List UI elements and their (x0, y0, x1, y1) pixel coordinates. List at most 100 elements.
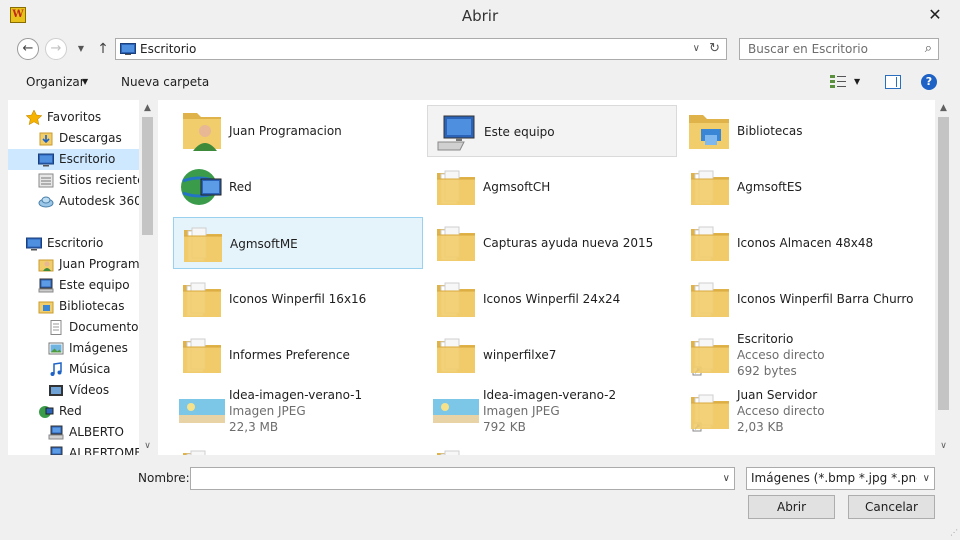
file-tile[interactable]: Iconos Winperfil 16x16 (173, 273, 423, 325)
file-name: Publicidad-Mail (737, 441, 827, 455)
sidebar-item[interactable]: Bibliotecas (8, 296, 141, 317)
folder-icon (433, 333, 479, 377)
scroll-down-button[interactable]: ∨ (139, 438, 156, 455)
file-tile[interactable]: Proyecto web (427, 441, 677, 455)
recent-locations-button[interactable]: ▼ (74, 41, 88, 57)
file-tile[interactable]: Este equipo (427, 105, 677, 157)
chevron-down-icon: ▼ (77, 44, 85, 53)
chevron-down-icon[interactable]: ▼ (82, 67, 88, 97)
file-tile[interactable]: Idea-imagen-verano-1 Imagen JPEG 22,3 MB (173, 385, 423, 437)
file-tile[interactable]: Iconos Almacen 48x48 (681, 217, 931, 269)
back-button[interactable]: ← (17, 38, 39, 60)
folder-icon (687, 165, 733, 209)
file-tile[interactable]: winperfilxe7 (427, 329, 677, 381)
file-tile[interactable]: Idea-imagen-verano-2 Imagen JPEG 792 KB (427, 385, 677, 437)
search-icon[interactable]: ⌕ (925, 39, 932, 59)
sidebar-item-label: Escritorio (59, 152, 116, 166)
file-tile[interactable]: Publicidad-Mail (681, 441, 931, 455)
desktop-icon (38, 152, 54, 167)
music-icon (48, 362, 64, 377)
organize-menu-button[interactable]: Organizar (26, 67, 85, 97)
file-tile[interactable]: Bibliotecas (681, 105, 931, 157)
sidebar-item[interactable]: Este equipo (8, 275, 141, 296)
sidebar-item[interactable]: Juan Programacion (8, 254, 141, 275)
desktop-icon (26, 236, 42, 251)
sidebar-item[interactable]: Sitios recientes (8, 170, 141, 191)
scrollbar-thumb[interactable] (938, 117, 949, 410)
scroll-up-button[interactable]: ▲ (935, 100, 952, 117)
sidebar-item[interactable]: Descargas (8, 128, 141, 149)
file-name: Iconos Winperfil Barra Churro (737, 292, 914, 306)
user-folder-icon (38, 257, 54, 272)
file-tile[interactable]: Iconos Winperfil 24x24 (427, 273, 677, 325)
resize-grip-icon[interactable]: ⋰ (948, 528, 958, 538)
navigation-scrollbar[interactable]: ▲ ∨ (139, 100, 156, 455)
sidebar-item[interactable]: Música (8, 359, 141, 380)
file-type-select[interactable]: Imágenes (*.bmp *.jpg *.png *.i ∨ (746, 467, 935, 490)
sidebar-item[interactable]: ALBERTO (8, 422, 141, 443)
file-type: Acceso directo (737, 404, 825, 418)
address-dropdown-button[interactable]: ∨ (693, 39, 700, 59)
shortcut-folder-icon (687, 389, 733, 433)
file-tile[interactable]: Informes Preference (173, 329, 423, 381)
file-tile[interactable]: AgmsoftCH (427, 161, 677, 213)
file-tile[interactable]: Red (173, 161, 423, 213)
file-name-input[interactable]: ∨ (190, 467, 735, 490)
file-name: Juan (229, 441, 255, 455)
scroll-up-button[interactable]: ▲ (139, 100, 156, 117)
file-tile[interactable]: Juan Programacion (173, 105, 423, 157)
sidebar-item[interactable]: ALBERTOMEDINA (8, 443, 141, 455)
file-name: AgmsoftME (230, 237, 298, 251)
file-list-scrollbar[interactable]: ▲ ∨ (935, 100, 952, 455)
open-button[interactable]: Abrir (748, 495, 835, 519)
view-dropdown-icon[interactable]: ▼ (854, 67, 860, 97)
sidebar-item[interactable]: Red (8, 401, 141, 422)
help-icon[interactable]: ? (921, 74, 937, 90)
shortcut-folder-icon (687, 333, 733, 377)
address-bar[interactable]: Escritorio ∨ ↻ (115, 38, 727, 60)
close-button[interactable]: ✕ (912, 0, 958, 30)
sidebar-item[interactable]: Documentos (8, 317, 141, 338)
file-tile[interactable]: AgmsoftES (681, 161, 931, 213)
file-tile[interactable]: Escritorio Acceso directo 692 bytes (681, 329, 931, 381)
file-tile[interactable]: AgmsoftME (173, 217, 423, 269)
sidebar-item[interactable]: Imágenes (8, 338, 141, 359)
folder-icon (433, 277, 479, 321)
folder-icon (433, 445, 479, 455)
folder-icon (687, 277, 733, 321)
sidebar-item[interactable]: Vídeos (8, 380, 141, 401)
up-arrow-icon: ↑ (97, 41, 109, 57)
folder-icon (433, 221, 479, 265)
file-type-value: Imágenes (*.bmp *.jpg *.png *.i (751, 471, 917, 485)
new-folder-button[interactable]: Nueva carpeta (121, 67, 209, 97)
file-name: Este equipo (484, 125, 555, 139)
folder-icon (179, 445, 225, 455)
cancel-button[interactable]: Cancelar (848, 495, 935, 519)
file-name: Iconos Winperfil 16x16 (229, 292, 367, 306)
up-button[interactable]: ↑ (95, 40, 111, 58)
refresh-button[interactable]: ↻ (709, 39, 720, 59)
file-tile[interactable]: Juan Servidor Acceso directo 2,03 KB (681, 385, 931, 437)
downloads-icon (38, 131, 54, 146)
folder-icon (179, 333, 225, 377)
sidebar-item[interactable]: Escritorio (8, 233, 141, 254)
view-options-icon[interactable] (830, 75, 846, 89)
file-size: 22,3 MB (229, 420, 279, 434)
star-icon (25, 109, 43, 126)
file-name: winperfilxe7 (483, 348, 557, 362)
chevron-down-icon[interactable]: ∨ (723, 468, 730, 489)
preview-pane-button[interactable] (885, 75, 901, 89)
image-thumbnail-icon (687, 445, 733, 455)
search-input[interactable]: Buscar en Escritorio ⌕ (739, 38, 939, 60)
file-tile[interactable]: Capturas ayuda nueva 2015 (427, 217, 677, 269)
chevron-down-icon[interactable]: ∨ (923, 468, 930, 489)
file-tile[interactable]: Iconos Winperfil Barra Churro (681, 273, 931, 325)
sidebar-item[interactable]: Escritorio (8, 149, 141, 170)
file-tile[interactable]: Juan (173, 441, 423, 455)
close-icon: ✕ (928, 5, 942, 24)
scroll-down-button[interactable]: ∨ (935, 438, 952, 455)
sidebar-item[interactable]: Favoritos (8, 107, 141, 128)
sidebar-item[interactable]: Autodesk 360 (8, 191, 141, 212)
scrollbar-thumb[interactable] (142, 117, 153, 235)
forward-button[interactable]: → (45, 38, 67, 60)
